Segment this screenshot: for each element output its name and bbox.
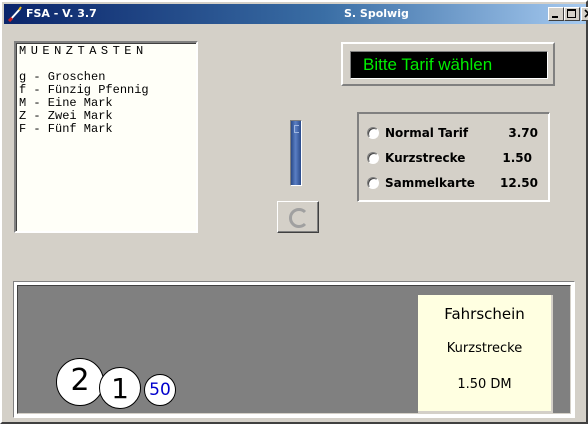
refund-c-icon bbox=[289, 208, 307, 228]
output-tray: 2 1 50 Fahrschein Kurzstrecke 1.50 DM bbox=[17, 285, 571, 414]
output-tray-frame: 2 1 50 Fahrschein Kurzstrecke 1.50 DM bbox=[13, 281, 575, 418]
close-icon bbox=[584, 9, 588, 18]
radio-button[interactable] bbox=[367, 152, 379, 164]
minimize-icon bbox=[552, 16, 558, 18]
tariff-name: Normal Tarif bbox=[385, 126, 469, 140]
tariff-selection-group: Normal Tarif 3.70 Kurzstrecke 1.50 Samme… bbox=[357, 112, 550, 202]
maximize-icon bbox=[567, 9, 576, 18]
close-button[interactable] bbox=[581, 7, 588, 21]
ticket-title: Fahrschein bbox=[444, 305, 525, 323]
status-display: Bitte Tarif wählen bbox=[341, 42, 555, 86]
window-title: FSA - V. 3.7 bbox=[26, 7, 97, 20]
title-bar[interactable]: FSA - V. 3.7 S. Spolwig bbox=[4, 4, 588, 24]
refund-button[interactable] bbox=[277, 201, 319, 233]
coin-keys-heading: MUENZTASTEN bbox=[19, 44, 148, 58]
tariff-option-normal[interactable]: Normal Tarif 3.70 bbox=[366, 125, 546, 143]
maximize-button[interactable] bbox=[564, 7, 580, 21]
status-display-text: Bitte Tarif wählen bbox=[350, 51, 548, 79]
tariff-option-kurzstrecke[interactable]: Kurzstrecke 1.50 bbox=[366, 150, 546, 168]
coin-key-line: F - Fünf Mark bbox=[19, 122, 113, 136]
minimize-button[interactable] bbox=[548, 7, 564, 21]
radio-button[interactable] bbox=[367, 177, 379, 189]
ticket-tariff: Kurzstrecke bbox=[446, 341, 523, 356]
tariff-name: Kurzstrecke bbox=[385, 151, 466, 165]
tariff-price: 12.50 bbox=[500, 176, 538, 190]
brush-icon bbox=[7, 6, 22, 22]
window-author: S. Spolwig bbox=[344, 7, 409, 20]
coin-slot[interactable] bbox=[290, 120, 302, 186]
tariff-price: 3.70 bbox=[508, 126, 538, 140]
ticket-price: 1.50 DM bbox=[457, 377, 512, 392]
coin-slot-icon bbox=[294, 125, 299, 133]
tariff-price: 1.50 bbox=[502, 151, 532, 165]
coin-keys-info-panel: MUENZTASTEN g - Groschen f - Fünzig Pfen… bbox=[14, 41, 198, 233]
app-window: FSA - V. 3.7 S. Spolwig MUENZTASTEN g - … bbox=[0, 0, 588, 424]
tariff-name: Sammelkarte bbox=[385, 176, 475, 190]
change-coin[interactable]: 2 bbox=[56, 358, 104, 406]
ticket[interactable]: Fahrschein Kurzstrecke 1.50 DM bbox=[418, 295, 553, 413]
tariff-option-sammelkarte[interactable]: Sammelkarte 12.50 bbox=[366, 175, 546, 193]
radio-button[interactable] bbox=[367, 127, 379, 139]
change-coin[interactable]: 50 bbox=[144, 374, 176, 406]
change-coin[interactable]: 1 bbox=[99, 367, 141, 409]
